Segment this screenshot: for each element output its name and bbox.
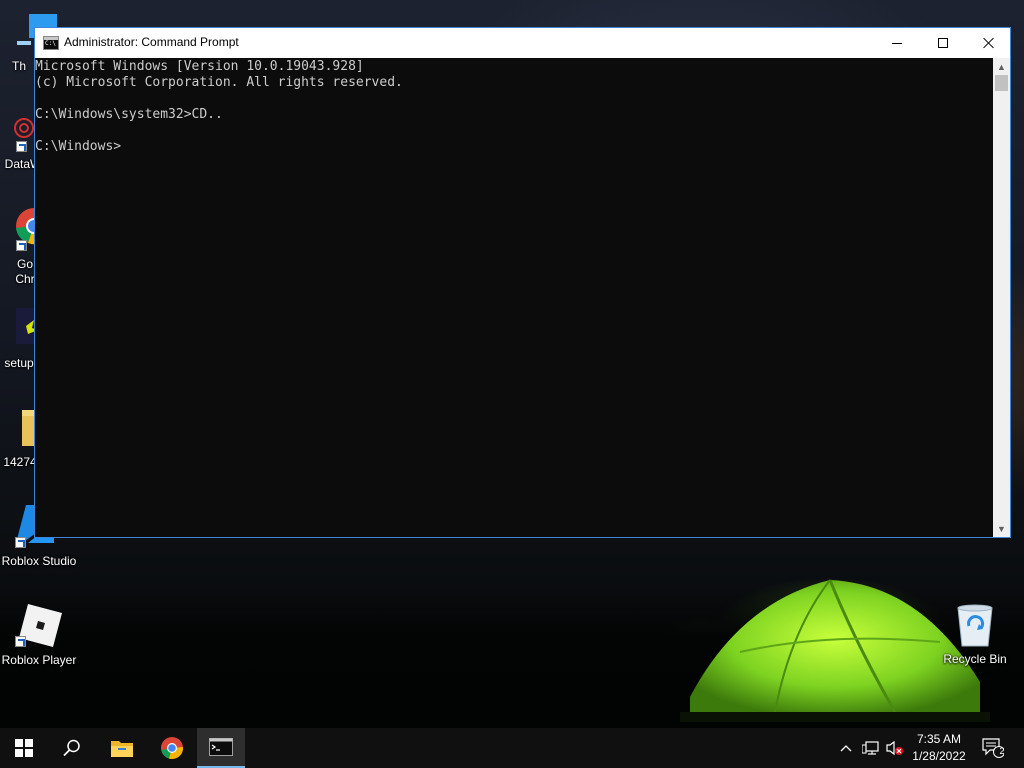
- chevron-down-icon: ▼: [997, 523, 1006, 534]
- window-titlebar[interactable]: Administrator: Command Prompt: [35, 28, 1010, 58]
- scroll-up-button[interactable]: ▲: [993, 58, 1010, 75]
- desktop-icon-label: Roblox Player: [1, 653, 77, 667]
- clock-date: 1/28/2022: [912, 749, 966, 763]
- shortcut-arrow-icon: [16, 141, 27, 152]
- recycle-bin-icon: [957, 604, 993, 647]
- desktop-icon-recycle-bin[interactable]: Recycle Bin: [936, 600, 1014, 668]
- network-icon: [862, 741, 879, 755]
- desktop-icon-roblox-player[interactable]: Roblox Player: [0, 602, 78, 668]
- close-button[interactable]: [966, 28, 1012, 58]
- clock-time: 7:35 AM: [916, 732, 962, 746]
- network-button[interactable]: [860, 728, 882, 768]
- shortcut-arrow-icon: [16, 240, 27, 251]
- shortcut-arrow-icon: [15, 636, 26, 647]
- taskbar: 7:35 AM 1/28/2022 2: [0, 728, 1024, 768]
- maximize-icon: [938, 38, 948, 48]
- notification-count-badge: 2: [999, 746, 1005, 756]
- chevron-up-icon: ▲: [997, 61, 1006, 72]
- command-prompt-icon: [209, 738, 233, 756]
- minimize-icon: [892, 42, 902, 44]
- taskbar-file-explorer[interactable]: [98, 728, 146, 768]
- console-line: (c) Microsoft Corporation. All rights re…: [35, 75, 403, 90]
- desktop-icon-label: Recycle Bin: [943, 652, 1007, 666]
- start-button[interactable]: [0, 728, 48, 768]
- taskbar-google-chrome[interactable]: [148, 728, 196, 768]
- shortcut-arrow-icon: [15, 537, 26, 548]
- show-hidden-icons-button[interactable]: [836, 728, 856, 768]
- start-icon: [15, 739, 33, 757]
- scroll-thumb[interactable]: [995, 75, 1008, 91]
- close-icon: [983, 37, 995, 49]
- volume-muted-icon: [886, 740, 903, 756]
- maximize-button[interactable]: [920, 28, 966, 58]
- folder-icon: [22, 410, 34, 446]
- minimize-button[interactable]: [874, 28, 920, 58]
- desktop-icon-label: Roblox Studio: [1, 554, 77, 568]
- search-button[interactable]: [48, 728, 96, 768]
- console-prompt-line[interactable]: C:\Windows>: [35, 139, 993, 155]
- google-chrome-icon: [161, 737, 184, 760]
- vertical-scrollbar[interactable]: ▲ ▼: [993, 58, 1010, 537]
- console-line: C:\Windows\system32>CD..: [35, 107, 223, 122]
- command-prompt-icon: [43, 36, 59, 50]
- console-output[interactable]: Microsoft Windows [Version 10.0.19043.92…: [35, 58, 993, 537]
- file-explorer-icon: [111, 741, 133, 757]
- window-title: Administrator: Command Prompt: [64, 35, 239, 49]
- search-icon: [63, 739, 80, 757]
- taskbar-clock[interactable]: 7:35 AM 1/28/2022: [906, 731, 972, 765]
- chevron-up-icon: [840, 745, 852, 752]
- action-center-button[interactable]: 2: [978, 728, 1008, 768]
- taskbar-command-prompt[interactable]: [197, 728, 245, 768]
- volume-button[interactable]: [884, 728, 906, 768]
- console-line: Microsoft Windows [Version 10.0.19043.92…: [35, 59, 364, 74]
- command-prompt-window[interactable]: Administrator: Command Prompt Microsoft …: [34, 27, 1011, 538]
- scroll-down-button[interactable]: ▼: [993, 520, 1010, 537]
